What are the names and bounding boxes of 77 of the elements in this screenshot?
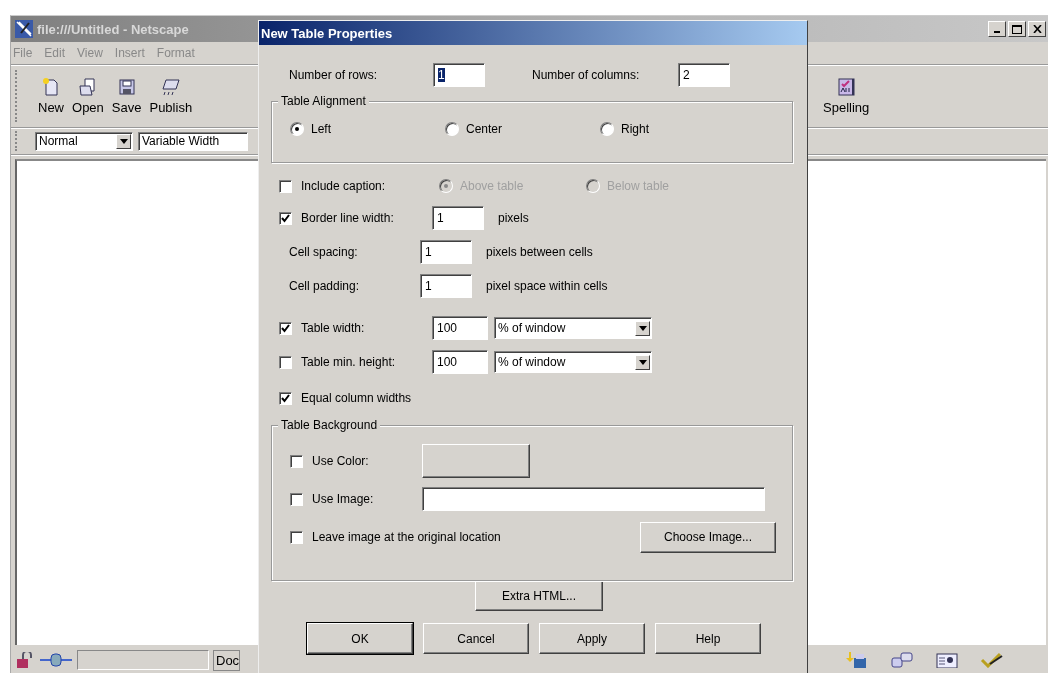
checkbox-label: Use Image: bbox=[312, 492, 375, 506]
padlock-icon bbox=[15, 652, 35, 668]
checkbox[interactable] bbox=[279, 321, 292, 335]
choose-image-button[interactable]: Choose Image... bbox=[640, 521, 776, 553]
caret-icon bbox=[638, 359, 647, 365]
checkbox[interactable] bbox=[290, 454, 303, 468]
folder-icon bbox=[77, 77, 98, 97]
toolbar-button[interactable]: Spelling bbox=[823, 77, 870, 115]
unit-label: pixels bbox=[498, 211, 529, 225]
caret-icon bbox=[638, 325, 647, 331]
image-path-input[interactable] bbox=[422, 487, 765, 511]
radio-button[interactable] bbox=[439, 179, 453, 193]
plug-connector-icon bbox=[39, 652, 73, 668]
address-card-icon[interactable] bbox=[936, 652, 958, 668]
radio-option[interactable]: Center bbox=[445, 122, 600, 136]
field-label: Number of rows: bbox=[289, 68, 379, 82]
unit-label: pixel space within cells bbox=[486, 279, 608, 293]
close-icon bbox=[1032, 25, 1042, 33]
new-page-icon bbox=[41, 77, 61, 97]
checkbox-label: Table min. height: bbox=[301, 355, 397, 369]
radio-option[interactable]: Left bbox=[290, 122, 445, 136]
group-title: Table Background bbox=[278, 418, 381, 432]
field-label: Number of columns: bbox=[532, 68, 641, 82]
checkbox[interactable] bbox=[279, 391, 292, 405]
checkbox[interactable] bbox=[279, 179, 292, 193]
radio-button[interactable] bbox=[586, 179, 600, 193]
min-height-input[interactable]: 100 bbox=[432, 350, 488, 374]
field-label: Cell spacing: bbox=[289, 245, 359, 259]
extra-html-button[interactable]: Extra HTML... bbox=[475, 581, 603, 611]
color-picker-button[interactable] bbox=[422, 444, 530, 478]
paragraph-style-dropdown[interactable]: Normal bbox=[35, 131, 133, 151]
minimize-button[interactable] bbox=[988, 21, 1006, 37]
dialog-button[interactable]: Help bbox=[655, 623, 761, 654]
close-button[interactable] bbox=[1028, 21, 1046, 37]
field-label: Cell padding: bbox=[289, 279, 361, 293]
toolbar-button[interactable]: Save bbox=[111, 77, 142, 115]
radio-button[interactable] bbox=[600, 122, 614, 136]
toolbar-button[interactable]: Open bbox=[72, 77, 104, 115]
maximize-button[interactable] bbox=[1008, 21, 1026, 37]
border-width-input[interactable]: 1 bbox=[432, 206, 484, 230]
dialog-button[interactable]: Cancel bbox=[423, 623, 529, 654]
checkbox[interactable] bbox=[290, 530, 303, 544]
chat-bubbles-icon[interactable] bbox=[890, 652, 914, 668]
dialog-button[interactable]: OK bbox=[307, 623, 413, 654]
radio-button[interactable] bbox=[290, 122, 304, 136]
status-text: Doc bbox=[213, 649, 241, 671]
rows-input[interactable]: 1 bbox=[433, 63, 485, 87]
checkbox-label: Border line width: bbox=[301, 211, 395, 225]
checkbox-label: Use Color: bbox=[312, 454, 370, 468]
width-unit-dropdown[interactable]: % of window bbox=[494, 317, 652, 339]
publish-icon bbox=[160, 77, 181, 97]
spellcheck-book-icon bbox=[836, 77, 857, 97]
toolbar-button[interactable]: Publish bbox=[149, 77, 193, 115]
checkbox-label: Equal column widths bbox=[301, 391, 412, 405]
dialog-title: New Table Properties bbox=[261, 25, 393, 41]
columns-input[interactable]: 2 bbox=[678, 63, 730, 87]
radio-option[interactable]: Right bbox=[600, 122, 755, 136]
checkbox[interactable] bbox=[279, 355, 292, 369]
cell-padding-input[interactable]: 1 bbox=[420, 274, 472, 298]
group-title: Table Alignment bbox=[278, 94, 369, 108]
dialog-button[interactable]: Apply bbox=[539, 623, 645, 654]
checkbox-label: Table width: bbox=[301, 321, 366, 335]
caret-icon bbox=[119, 138, 128, 144]
height-unit-dropdown[interactable]: % of window bbox=[494, 351, 652, 373]
toolbar-button[interactable]: New bbox=[38, 77, 64, 115]
radio-button[interactable] bbox=[445, 122, 459, 136]
checkbox-label: Leave image at the original location bbox=[312, 530, 502, 544]
checkbox[interactable] bbox=[290, 492, 303, 506]
window-title: file:///Untitled - Netscape bbox=[37, 21, 189, 37]
table-width-input[interactable]: 100 bbox=[432, 316, 488, 340]
font-dropdown[interactable]: Variable Width bbox=[138, 131, 248, 151]
checkbox[interactable] bbox=[279, 211, 292, 225]
pen-check-icon[interactable] bbox=[980, 652, 1004, 668]
unit-label: pixels between cells bbox=[486, 245, 593, 259]
cell-spacing-input[interactable]: 1 bbox=[420, 240, 472, 264]
maximize-icon bbox=[1012, 24, 1022, 34]
checkbox-label: Include caption: bbox=[301, 179, 387, 193]
